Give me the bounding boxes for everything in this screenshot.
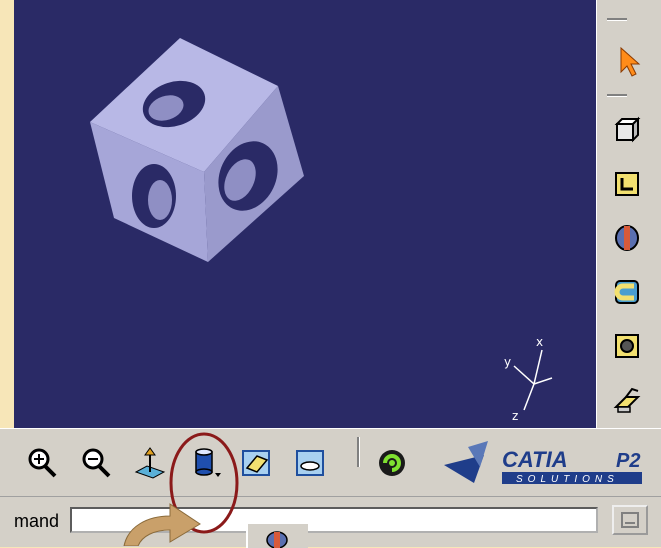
logo-brand: CATIA: [502, 447, 568, 472]
pocket-icon: [615, 172, 639, 196]
callout-arrow: [123, 503, 201, 546]
normal-view-icon: [134, 447, 166, 479]
command-window-icon: [621, 512, 639, 528]
pad-icon: [614, 116, 641, 143]
catia-logo: CATIA P2 SOLUTIONS: [444, 441, 642, 485]
shading-button[interactable]: [236, 443, 276, 483]
normal-view-button[interactable]: [130, 443, 170, 483]
toolbar-grip[interactable]: [607, 18, 627, 21]
axis-triad: x y z: [504, 335, 553, 422]
rib-button[interactable]: [609, 382, 645, 418]
logo-tier: P2: [616, 450, 640, 472]
groove-icon: [614, 280, 639, 304]
zoom-in-icon: [28, 448, 57, 478]
hole-icon: [615, 334, 639, 358]
toolbar-grip-2[interactable]: [607, 94, 627, 97]
hide-show-icon: [296, 450, 324, 476]
pocket-button[interactable]: [609, 166, 645, 202]
command-bar: mand: [0, 496, 661, 547]
logo-subtitle: SOLUTIONS: [516, 474, 619, 485]
zoom-in-button[interactable]: [22, 443, 62, 483]
select-icon: [620, 46, 641, 77]
axis-x-label: x: [536, 335, 543, 349]
command-label: mand: [14, 511, 60, 531]
partial-popup-button[interactable]: [246, 522, 308, 548]
hole-button[interactable]: [609, 328, 645, 364]
select-button[interactable]: [611, 44, 647, 80]
partial-shaft-icon: [266, 531, 288, 548]
3d-viewport[interactable]: x y z: [14, 0, 596, 428]
zoom-out-icon: [82, 448, 111, 478]
groove-button[interactable]: [609, 274, 645, 310]
axis-y-label: y: [504, 355, 511, 369]
axis-z-label: z: [512, 409, 518, 422]
hide-show-button[interactable]: [290, 443, 330, 483]
shaft-button[interactable]: [609, 220, 645, 256]
command-action-button[interactable]: [612, 505, 648, 535]
pad-button[interactable]: [609, 112, 645, 148]
cube-left-hole-inner: [148, 180, 172, 220]
toolbar-separator: [357, 437, 360, 467]
right-toolbar: [596, 0, 661, 428]
shading-icon: [242, 450, 270, 476]
shaft-icon: [615, 225, 639, 251]
swap-button[interactable]: [372, 443, 412, 483]
swap-icon: [379, 450, 405, 476]
rib-icon: [613, 387, 641, 413]
bottom-toolbar: CATIA P2 SOLUTIONS: [0, 428, 661, 497]
zoom-out-button[interactable]: [76, 443, 116, 483]
